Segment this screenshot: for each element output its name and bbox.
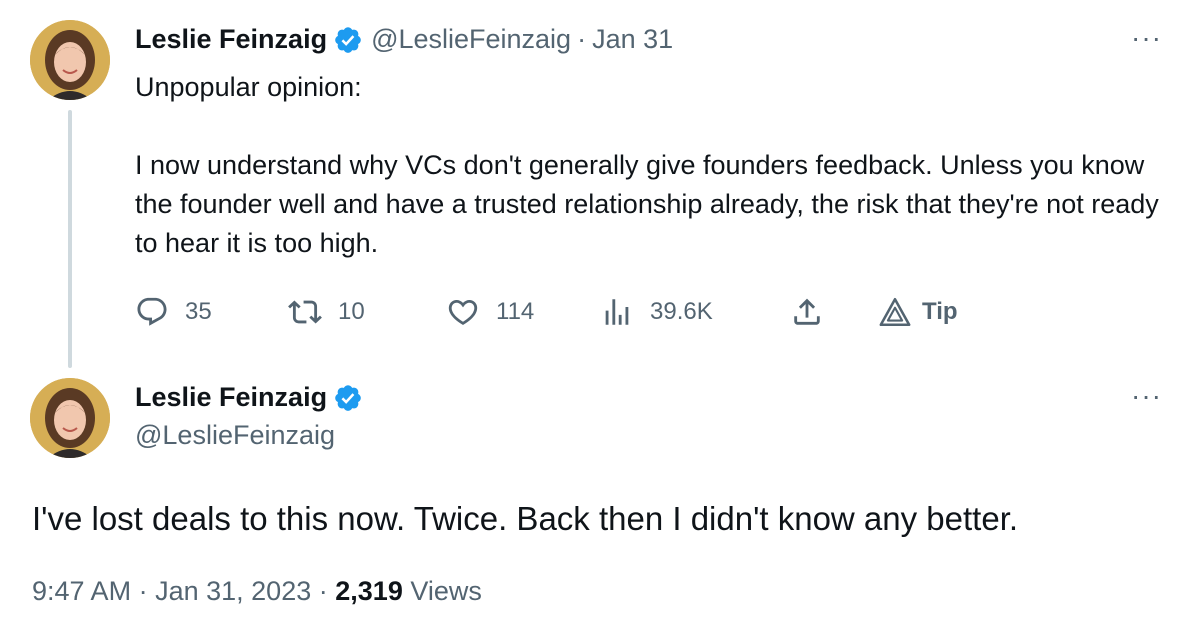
retweet-count: 10 (338, 298, 365, 325)
more-options-icon[interactable]: ··· (1131, 380, 1162, 412)
author-handle[interactable]: @LeslieFeinzaig (135, 420, 335, 451)
reply-button[interactable]: 35 (135, 295, 288, 329)
share-icon (794, 298, 820, 325)
separator: · (577, 24, 587, 54)
views-count[interactable]: 2,319 (335, 576, 403, 606)
avatar[interactable] (30, 20, 110, 100)
retweet-icon (288, 300, 322, 324)
share-button[interactable] (790, 295, 878, 329)
views-label: Views (410, 576, 482, 606)
like-count: 114 (496, 298, 535, 325)
tweet-date[interactable]: Jan 31, 2023 (155, 576, 311, 606)
tip-label: Tip (922, 298, 958, 325)
author-name[interactable]: Leslie Feinzaig (135, 24, 327, 55)
tip-button[interactable]: Tip (878, 295, 958, 329)
retweet-button[interactable]: 10 (288, 295, 446, 329)
tweet-meta: 9:47 AM · Jan 31, 2023 · 2,319 Views (32, 576, 482, 607)
avatar[interactable] (30, 378, 110, 458)
reply-icon (137, 297, 167, 326)
tweet-actions: 35 10 114 39.6K Tip (135, 290, 958, 334)
tweet-time[interactable]: 9:47 AM (32, 576, 131, 606)
parent-tweet-header: Leslie Feinzaig @LeslieFeinzaig · Jan 31 (135, 24, 673, 55)
thread-line (68, 110, 72, 368)
main-tweet-text: I've lost deals to this now. Twice. Back… (32, 500, 1019, 537)
tweet-text-line: I now understand why VCs don't generally… (135, 150, 1159, 258)
verified-badge-icon (335, 26, 361, 53)
author-handle[interactable]: @LeslieFeinzaig (371, 24, 571, 55)
views-button[interactable]: 39.6K (600, 295, 790, 329)
separator: · (318, 576, 328, 606)
separator: · (138, 576, 148, 606)
parent-tweet-text: Unpopular opinion: I now understand why … (135, 68, 1175, 263)
tweet-date[interactable]: Jan 31 (592, 24, 673, 55)
views-count: 39.6K (650, 298, 713, 325)
author-name[interactable]: Leslie Feinzaig (135, 382, 327, 413)
heart-icon (448, 299, 478, 325)
main-tweet-header: Leslie Feinzaig (135, 382, 363, 413)
tip-icon (879, 297, 911, 327)
reply-count: 35 (185, 298, 212, 325)
views-icon (605, 299, 629, 325)
like-button[interactable]: 114 (446, 295, 600, 329)
more-options-icon[interactable]: ··· (1131, 22, 1162, 54)
tweet-text-line: Unpopular opinion: (135, 72, 362, 102)
verified-badge-icon (335, 384, 361, 411)
